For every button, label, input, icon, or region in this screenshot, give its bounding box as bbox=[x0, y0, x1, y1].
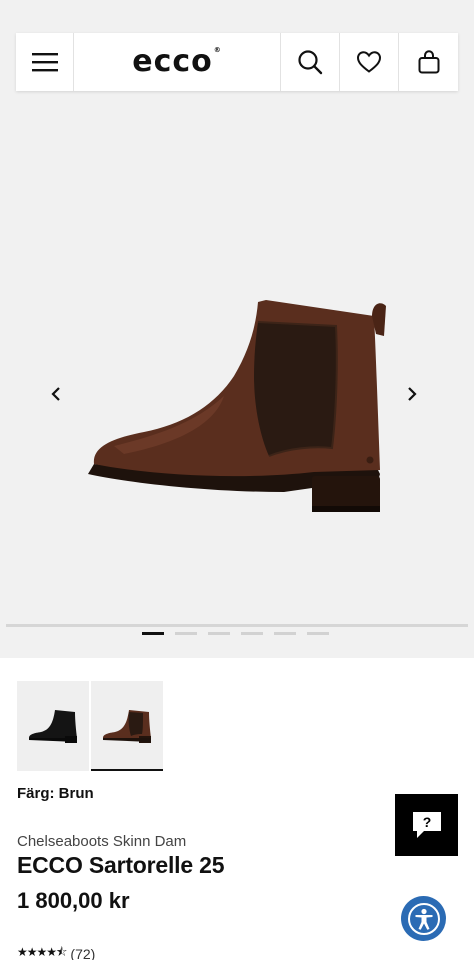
color-swatch-brown[interactable] bbox=[91, 681, 163, 771]
logo-link[interactable]: ecco® bbox=[74, 33, 281, 91]
search-icon bbox=[298, 50, 323, 75]
rating-count: (72) bbox=[70, 945, 96, 960]
product-title: ECCO Sartorelle 25 bbox=[17, 852, 225, 878]
pagination-dot[interactable] bbox=[241, 632, 263, 635]
pagination-dot[interactable] bbox=[142, 632, 164, 635]
chevron-left-icon bbox=[51, 387, 60, 401]
heart-icon bbox=[356, 51, 382, 73]
site-header: ecco® bbox=[16, 33, 458, 91]
pagination-dot[interactable] bbox=[307, 632, 329, 635]
chevron-right-icon bbox=[408, 387, 417, 401]
menu-button[interactable] bbox=[16, 33, 74, 91]
ecco-logo: ecco® bbox=[132, 44, 222, 79]
product-price: 1 800,00 kr bbox=[17, 888, 130, 913]
rating-stars: ★★★★⯪ bbox=[17, 945, 67, 959]
product-category: Chelseaboots Skinn Dam bbox=[17, 833, 187, 850]
gallery-scrollbar[interactable] bbox=[6, 624, 468, 627]
chat-question-mark: ? bbox=[422, 814, 431, 830]
product-gallery: ecco® bbox=[0, 0, 474, 658]
chat-button[interactable]: ? bbox=[395, 794, 458, 856]
color-swatch-black[interactable] bbox=[17, 681, 89, 771]
menu-icon bbox=[31, 53, 58, 72]
cart-button[interactable] bbox=[399, 33, 458, 91]
product-image bbox=[88, 300, 386, 512]
bag-icon bbox=[418, 50, 439, 74]
pagination-dot[interactable] bbox=[175, 632, 197, 635]
chat-question-icon: ? bbox=[412, 812, 441, 838]
selected-color-label: Färg: Brun bbox=[17, 785, 94, 802]
gallery-prev-button[interactable] bbox=[44, 382, 68, 406]
gallery-next-button[interactable] bbox=[400, 382, 424, 406]
color-swatches bbox=[17, 681, 163, 771]
accessibility-icon bbox=[407, 902, 440, 935]
gallery-pagination bbox=[142, 632, 329, 635]
product-rating[interactable]: ★★★★⯪ (72) bbox=[17, 943, 95, 960]
boot-thumbnail-black bbox=[29, 710, 77, 743]
accessibility-button[interactable] bbox=[401, 896, 446, 941]
search-button[interactable] bbox=[281, 33, 340, 91]
wishlist-button[interactable] bbox=[340, 33, 399, 91]
boot-thumbnail-brown bbox=[103, 710, 151, 743]
pagination-dot[interactable] bbox=[208, 632, 230, 635]
pagination-dot[interactable] bbox=[274, 632, 296, 635]
